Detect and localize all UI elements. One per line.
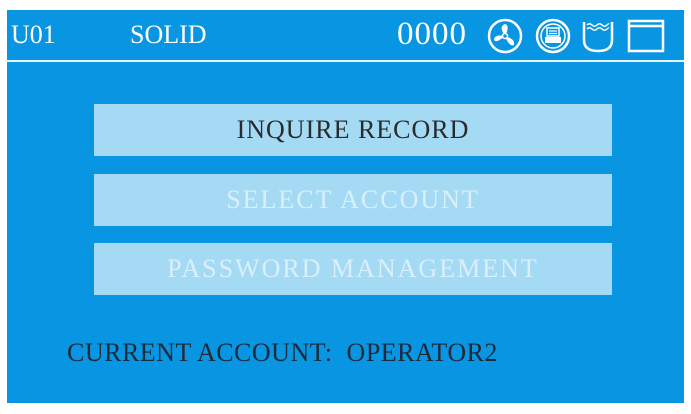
mode-label: SOLID — [130, 20, 207, 49]
current-account-label: CURRENT ACCOUNT: — [67, 338, 333, 367]
inquire-record-button[interactable]: INQUIRE RECORD — [94, 104, 612, 156]
water-tank-icon — [580, 18, 616, 59]
password-management-button[interactable]: PASSWORD MANAGEMENT — [94, 243, 612, 295]
fan-icon — [487, 18, 523, 59]
select-account-button[interactable]: SELECT ACCOUNT — [94, 174, 612, 226]
window-icon — [627, 18, 665, 59]
current-account-value: OPERATOR2 — [346, 338, 498, 367]
print-icon — [535, 18, 571, 59]
hmi-screen: U01 SOLID 0000 INQUIRE RECORD SELECT ACC… — [7, 10, 684, 403]
current-account-status: CURRENT ACCOUNT: OPERATOR2 — [67, 338, 498, 368]
counter-display: 0000 — [397, 16, 467, 52]
unit-code: U01 — [11, 20, 56, 49]
status-header: U01 SOLID 0000 — [7, 10, 684, 62]
